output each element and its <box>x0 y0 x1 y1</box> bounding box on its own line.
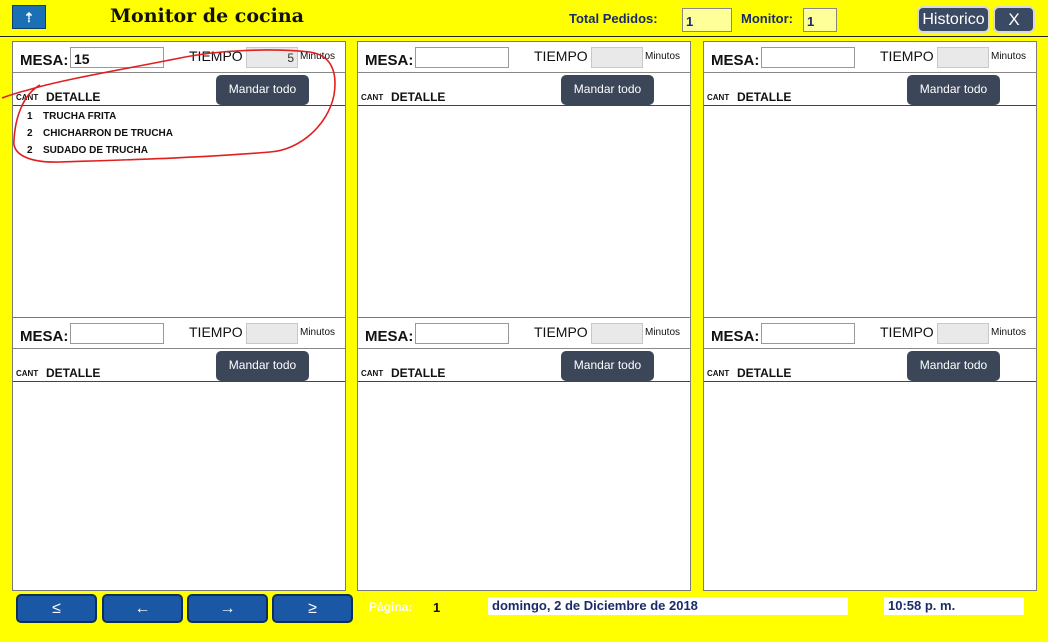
mesa-label: MESA: <box>365 328 414 345</box>
mandar-todo-button[interactable]: Mandar todo <box>907 75 1000 105</box>
detalle-header: DETALLE <box>46 366 101 380</box>
mesa-field[interactable] <box>415 323 509 344</box>
mesa-field[interactable] <box>415 47 509 68</box>
app-title: Monitor de cocina <box>110 5 304 27</box>
detalle-header: DETALLE <box>737 366 792 380</box>
cant-header: CANT <box>361 369 384 378</box>
header-underline <box>704 105 1036 106</box>
tiempo-label: TIEMPO <box>880 48 934 64</box>
mandar-todo-button[interactable]: Mandar todo <box>561 351 654 381</box>
last-page-button[interactable]: ≥ <box>272 594 353 623</box>
annotation-circle <box>1 49 336 163</box>
historico-button[interactable]: Historico <box>917 6 990 33</box>
panel-divider <box>358 348 690 349</box>
tiempo-field[interactable] <box>937 323 989 344</box>
minutos-label: Minutos <box>991 327 1027 338</box>
panel-divider <box>704 72 1036 73</box>
minutos-label: Minutos <box>645 327 681 338</box>
tiempo-label: TIEMPO <box>534 324 588 340</box>
tiempo-field[interactable] <box>937 47 989 68</box>
mesa-field[interactable] <box>761 47 855 68</box>
order-panel: MESA: TIEMPO Minutos Mandar todo CANT DETALLE <box>12 317 346 591</box>
panel-divider <box>358 72 690 73</box>
total-pedidos-field[interactable]: 1 <box>682 8 732 32</box>
next-page-button[interactable]: → <box>187 594 268 623</box>
cant-header: CANT <box>707 369 730 378</box>
prev-page-button[interactable]: ← <box>102 594 183 623</box>
monitor-field[interactable]: 1 <box>803 8 837 32</box>
header-underline <box>358 381 690 382</box>
total-pedidos-label: Total Pedidos: <box>569 11 658 26</box>
detalle-header: DETALLE <box>391 90 446 104</box>
first-page-button[interactable]: ≤ <box>16 594 97 623</box>
header-underline <box>13 381 345 382</box>
tiempo-label: TIEMPO <box>880 324 934 340</box>
header-underline <box>704 381 1036 382</box>
header-divider <box>0 36 1048 37</box>
app-logo-icon: ⇡ <box>12 5 46 29</box>
mesa-label: MESA: <box>711 52 760 69</box>
date-display: domingo, 2 de Diciembre de 2018 <box>488 597 848 615</box>
cant-header: CANT <box>361 93 384 102</box>
tiempo-label: TIEMPO <box>534 48 588 64</box>
mandar-todo-button[interactable]: Mandar todo <box>216 351 309 381</box>
order-panel: MESA: TIEMPO Minutos Mandar todo CANT DETALLE <box>703 317 1037 591</box>
detalle-header: DETALLE <box>737 90 792 104</box>
minutos-label: Minutos <box>645 51 681 62</box>
mandar-todo-button[interactable]: Mandar todo <box>907 351 1000 381</box>
minutos-label: Minutos <box>300 327 336 338</box>
mesa-field[interactable] <box>761 323 855 344</box>
cant-header: CANT <box>16 369 39 378</box>
order-panel: MESA: TIEMPO Minutos Mandar todo CANT DETALLE <box>357 317 691 591</box>
mandar-todo-button[interactable]: Mandar todo <box>561 75 654 105</box>
pagina-value: 1 <box>433 600 441 615</box>
mesa-label: MESA: <box>365 52 414 69</box>
cant-header: CANT <box>707 93 730 102</box>
panel-divider <box>13 348 345 349</box>
panel-divider <box>704 348 1036 349</box>
time-display: 10:58 p. m. <box>884 597 1024 615</box>
tiempo-label: TIEMPO <box>189 324 243 340</box>
monitor-label: Monitor: <box>741 11 793 26</box>
pagina-label: Página: <box>369 600 413 614</box>
tiempo-field[interactable] <box>591 47 643 68</box>
mesa-field[interactable] <box>70 323 164 344</box>
header-underline <box>358 105 690 106</box>
tiempo-field[interactable] <box>591 323 643 344</box>
tiempo-field[interactable] <box>246 323 298 344</box>
detalle-header: DETALLE <box>391 366 446 380</box>
minutos-label: Minutos <box>991 51 1027 62</box>
mesa-label: MESA: <box>20 328 69 345</box>
mesa-label: MESA: <box>711 328 760 345</box>
close-button[interactable]: X <box>993 6 1035 33</box>
